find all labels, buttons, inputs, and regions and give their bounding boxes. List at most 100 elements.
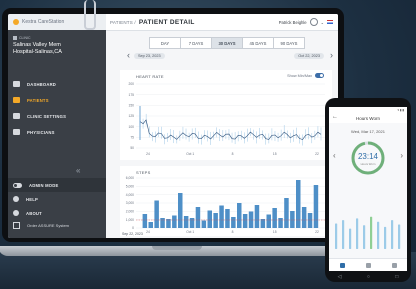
x-tick-label: 15 bbox=[273, 152, 277, 156]
phone-hour-bar bbox=[356, 218, 359, 249]
steps-bar bbox=[307, 213, 313, 228]
next-range-arrow-icon[interactable]: › bbox=[330, 50, 333, 60]
x-tick-label: 24 bbox=[146, 230, 150, 234]
info-icon bbox=[13, 210, 19, 216]
external-link-icon bbox=[13, 222, 20, 229]
sidebar-nav: DASHBOARD PATIENTS CLINIC SETTINGS PHYSI… bbox=[8, 76, 106, 140]
back-arrow-icon[interactable]: ← bbox=[332, 114, 338, 120]
sidebar-item-label: CLINIC SETTINGS bbox=[27, 113, 67, 119]
dashboard-icon bbox=[13, 81, 20, 87]
breadcrumb-patients[interactable]: PATIENTS / bbox=[110, 20, 136, 25]
y-tick-label: 125 bbox=[128, 114, 134, 118]
laptop: Kestra CareStation CLINIC Salinas Valley… bbox=[0, 8, 352, 256]
paper-clip bbox=[84, 0, 96, 30]
physicians-icon bbox=[13, 129, 20, 135]
clinic-building-icon bbox=[13, 36, 17, 40]
tab-30-days[interactable]: 30 DAYS bbox=[212, 37, 243, 49]
min-max-label: Show Min/Max bbox=[287, 73, 312, 78]
help-icon bbox=[13, 196, 19, 202]
phone-bottom-nav bbox=[329, 258, 407, 271]
y-tick-label: 150 bbox=[128, 104, 134, 108]
admin-mode-label: ADMIN MODE bbox=[29, 182, 59, 188]
page-header: PATIENTS / PATIENT DETAIL Patrick Beighl… bbox=[106, 14, 338, 31]
phone-hour-bar bbox=[377, 221, 380, 249]
flag-icon[interactable] bbox=[327, 20, 333, 24]
steps-bar bbox=[183, 216, 189, 228]
x-tick-label: 8 bbox=[232, 152, 234, 156]
page-title: PATIENT DETAIL bbox=[138, 18, 195, 26]
steps-bar bbox=[213, 213, 218, 228]
patients-icon bbox=[13, 97, 20, 103]
steps-bar bbox=[142, 214, 148, 228]
gear-icon[interactable] bbox=[391, 262, 397, 268]
steps-bar bbox=[260, 219, 266, 228]
tab-7-days[interactable]: 7 DAYS bbox=[181, 37, 212, 49]
phone-hour-bar bbox=[335, 223, 338, 249]
order-system-link[interactable]: Order ASSURE System bbox=[13, 222, 69, 229]
y-tick-label: 50 bbox=[130, 146, 134, 150]
steps-bar bbox=[160, 218, 165, 228]
tab-day[interactable]: DAY bbox=[149, 37, 181, 49]
tab-45-days[interactable]: 45 DAYS bbox=[243, 37, 274, 49]
steps-bar bbox=[154, 200, 159, 228]
sidebar-item-label: ABOUT bbox=[26, 210, 42, 216]
date-range-row: ‹ Sep 23, 2023 Oct 22, 2023 › bbox=[127, 50, 333, 61]
phone-screen: ▾ ▮ ▮ ← Hours Worn Wed, Mar 17, 2021 ‹ 2… bbox=[329, 107, 407, 271]
steps-bar bbox=[148, 222, 153, 228]
phone-hour-bar bbox=[398, 224, 401, 249]
admin-mode-toggle[interactable]: ADMIN MODE bbox=[8, 178, 106, 192]
steps-bar bbox=[290, 211, 295, 228]
min-max-toggle[interactable]: Show Min/Max bbox=[287, 73, 324, 78]
phone-time-caption: Hours Worn bbox=[360, 162, 376, 166]
y-tick-label: 75 bbox=[130, 136, 134, 140]
sidebar-item-patients[interactable]: PATIENTS bbox=[8, 92, 106, 108]
phone-header: ← Hours Worn bbox=[329, 113, 407, 123]
steps-bar bbox=[242, 214, 248, 228]
y-tick-label: 5,000 bbox=[126, 185, 134, 189]
avatar-icon bbox=[309, 18, 318, 26]
sidebar-item-dashboard[interactable]: DASHBOARD bbox=[8, 76, 106, 92]
user-menu[interactable]: Patrick Beighle ⌄ bbox=[279, 18, 333, 26]
y-tick-label: 100 bbox=[128, 125, 134, 129]
x-tick-label: Oct 1 bbox=[186, 152, 194, 156]
sidebar-item-about[interactable]: ABOUT bbox=[8, 206, 106, 220]
steps-bar bbox=[272, 208, 277, 228]
x-tick-label: 22 bbox=[315, 230, 319, 234]
heart-rate-line bbox=[139, 119, 322, 140]
home-nav-icon[interactable]: ○ bbox=[367, 274, 370, 280]
phone-hour-bar bbox=[384, 226, 387, 249]
steps-bar bbox=[219, 205, 224, 228]
laptop-screen: Kestra CareStation CLINIC Salinas Valley… bbox=[8, 14, 338, 238]
steps-bar bbox=[201, 220, 207, 228]
x-tick-label: 22 bbox=[315, 152, 319, 156]
sidebar-item-clinic-settings[interactable]: CLINIC SETTINGS bbox=[8, 108, 106, 124]
steps-bar bbox=[195, 207, 201, 228]
main-content: PATIENTS / PATIENT DETAIL Patrick Beighl… bbox=[106, 14, 338, 238]
clinic-info: CLINIC Salinas Valley Mem Hospital-Salin… bbox=[8, 30, 106, 56]
home-icon[interactable] bbox=[339, 262, 345, 268]
steps-bar bbox=[284, 198, 289, 228]
y-tick-label: 200 bbox=[128, 82, 134, 86]
sidebar-item-help[interactable]: HELP bbox=[8, 192, 106, 206]
sidebar-item-label: PHYSICIANS bbox=[27, 129, 55, 135]
toggle-icon bbox=[13, 182, 22, 188]
phone-hours-bars bbox=[335, 216, 401, 249]
prev-range-arrow-icon[interactable]: ‹ bbox=[127, 50, 130, 60]
order-system-label: Order ASSURE System bbox=[27, 223, 70, 228]
recent-nav-icon[interactable]: □ bbox=[395, 274, 398, 280]
steps-bar bbox=[166, 219, 171, 228]
steps-bar bbox=[301, 207, 307, 228]
x-tick-label: 24 bbox=[146, 152, 150, 156]
collapse-sidebar-button[interactable]: « bbox=[76, 166, 80, 175]
phone-hour-bar bbox=[370, 216, 373, 249]
tab-90-days[interactable]: 90 DAYS bbox=[274, 37, 305, 49]
next-day-arrow-icon[interactable]: › bbox=[400, 151, 403, 160]
sidebar-item-physicians[interactable]: PHYSICIANS bbox=[8, 124, 106, 140]
x-tick-label: 8 bbox=[232, 230, 234, 234]
steps-bar bbox=[207, 210, 212, 228]
back-nav-icon[interactable]: ◁ bbox=[338, 274, 342, 280]
clock-icon[interactable] bbox=[365, 262, 371, 268]
heart-rate-panel: 200 175 150 125 100 75 50 24 Oct 1 8 15 22 HEART RA… bbox=[120, 70, 332, 160]
phone-time: 23:14 bbox=[357, 152, 379, 161]
steps-bar bbox=[172, 215, 177, 228]
